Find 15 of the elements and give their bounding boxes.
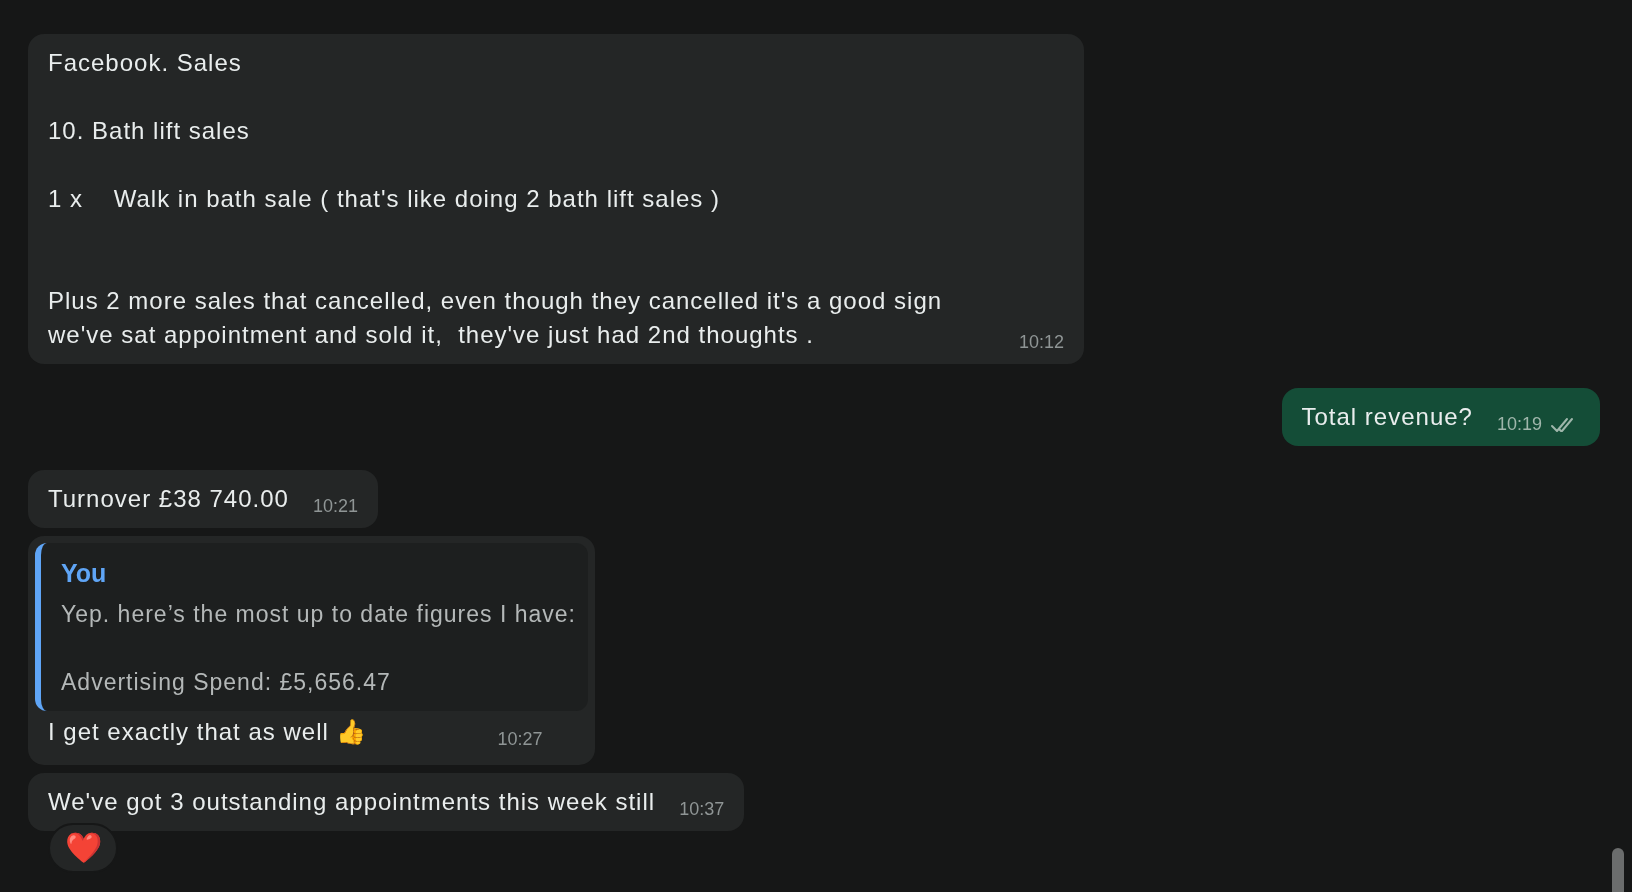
message-time: 10:37 <box>679 797 725 821</box>
message-text: I get exactly that as well 👍 <box>48 716 368 747</box>
message-text: We've got 3 outstanding appointments this week still <box>48 786 656 817</box>
message-text: Facebook. Sales 10. Bath lift sales 1 x Walk in bath sale ( that's like doing 2 bath lift sales ) Plus 2 more sales that cancelled, even though they cancelled it's a good sign we've sat appointment and sold it, they've just had 2nd thoughts . <box>48 48 944 350</box>
message-time: 10:21 <box>312 495 358 518</box>
quoted-message[interactable]: You Yep. here’s the most up to date figures I have: Advertising Spend: £5,656.47 <box>35 543 588 711</box>
message-text: Total revenue? <box>1301 402 1473 432</box>
reaction-badge[interactable]: ❤ <box>48 822 118 873</box>
message-time: 10:27 <box>497 727 543 751</box>
quote-text: Yep. here’s the most up to date figures I have: Advertising Spend: £5,656.47 <box>61 599 576 697</box>
quote-author: You <box>61 558 108 589</box>
message-time: 10:19 <box>1496 413 1542 436</box>
scrollbar-thumb[interactable] <box>1612 848 1624 892</box>
message-text: Turnover £38 740.00 <box>48 484 289 514</box>
message-time: 10:12 <box>1018 331 1064 354</box>
